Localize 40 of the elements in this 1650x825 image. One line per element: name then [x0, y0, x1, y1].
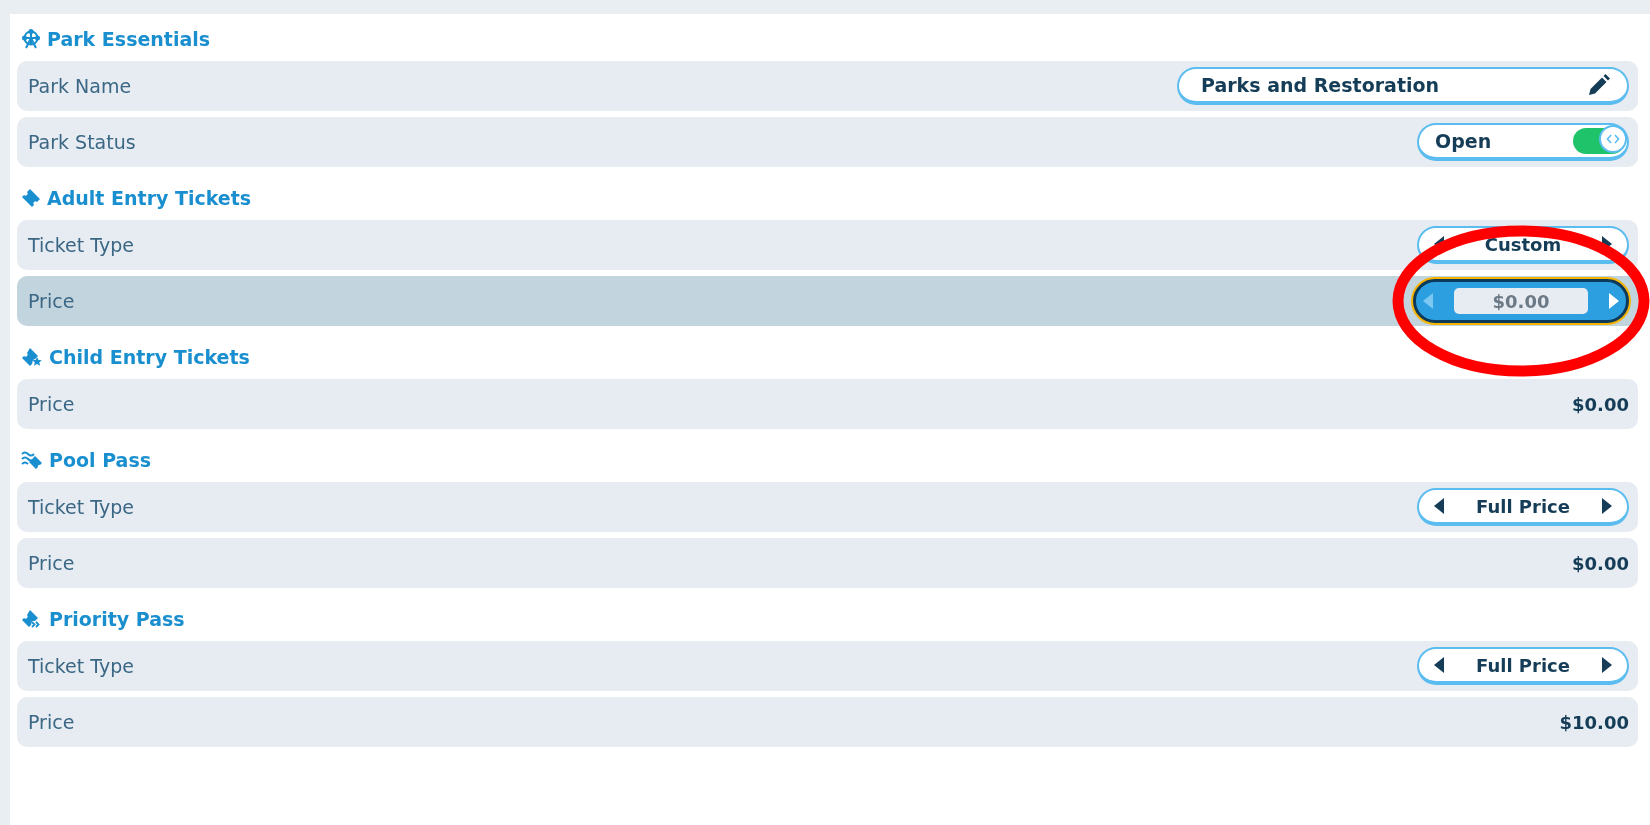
ferris-wheel-icon: [21, 29, 41, 49]
setting-label: Ticket Type: [28, 234, 134, 256]
section-title: Adult Entry Tickets: [47, 187, 252, 209]
setting-label: Park Status: [28, 131, 136, 153]
setting-row[interactable]: Price $10.00: [17, 697, 1638, 747]
setting-label: Price: [28, 552, 75, 574]
status-toggle[interactable]: Open: [1417, 123, 1629, 161]
waves-ticket-icon: [21, 450, 43, 470]
section-title: Park Essentials: [47, 28, 211, 50]
price-value: $10.00: [1559, 711, 1629, 733]
setting-row[interactable]: Ticket Type Full Price: [17, 482, 1638, 532]
setting-label: Ticket Type: [28, 655, 134, 677]
caret-left-icon[interactable]: [1433, 656, 1445, 674]
setting-label: Ticket Type: [28, 496, 134, 518]
section-title: Pool Pass: [49, 449, 151, 471]
price-value: $0.00: [1572, 552, 1629, 574]
setting-row[interactable]: Park Name Parks and Restoration: [17, 61, 1638, 111]
setting-label: Price: [28, 290, 75, 312]
ticket-star-icon: [21, 347, 43, 367]
pencil-icon: [1587, 73, 1611, 97]
setting-row[interactable]: Price $0.00: [17, 379, 1638, 429]
caret-right-icon[interactable]: [1601, 497, 1613, 515]
setting-label: Park Name: [28, 75, 132, 97]
setting-row[interactable]: Price $0.00: [17, 276, 1638, 326]
section-title: Priority Pass: [49, 608, 185, 630]
ticket-chevrons-icon: [21, 609, 43, 629]
setting-row[interactable]: Ticket Type Full Price: [17, 641, 1638, 691]
section-title: Child Entry Tickets: [49, 346, 250, 368]
toggle-switch[interactable]: [1573, 128, 1625, 154]
setting-label: Price: [28, 711, 75, 733]
setting-label: Price: [28, 393, 75, 415]
name-field[interactable]: Parks and Restoration: [1177, 67, 1629, 105]
caret-left-icon[interactable]: [1433, 497, 1445, 515]
setting-row[interactable]: Park Status Open: [17, 117, 1638, 167]
caret-right-icon[interactable]: [1601, 656, 1613, 674]
price-value: $0.00: [1572, 393, 1629, 415]
option-selector[interactable]: Full Price: [1417, 647, 1629, 685]
option-selector[interactable]: Full Price: [1417, 488, 1629, 526]
setting-row[interactable]: Price $0.00: [17, 538, 1638, 588]
ticket-icon: [21, 188, 41, 208]
